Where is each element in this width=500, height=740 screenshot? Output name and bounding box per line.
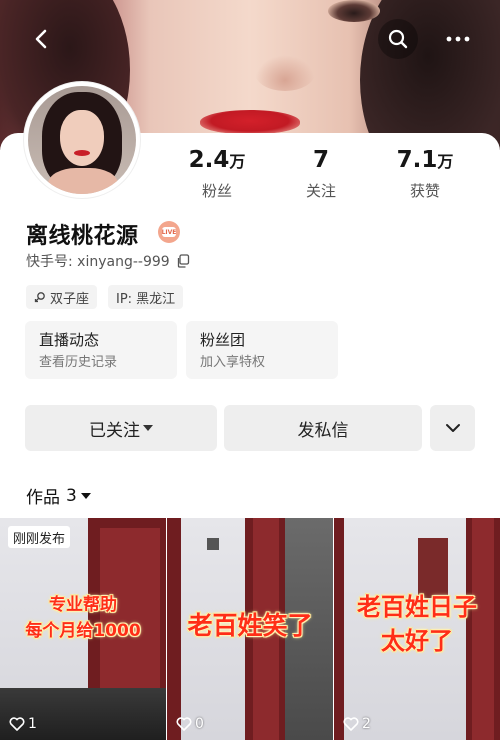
avatar-image [28, 86, 136, 194]
search-icon [388, 29, 408, 49]
tag-ip-location: IP: 黑龙江 [108, 285, 184, 309]
more-dots-icon [446, 36, 470, 42]
kuaishou-id: 快手号: xinyang--999 [26, 251, 190, 271]
heart-icon [9, 717, 25, 731]
back-button[interactable] [22, 19, 62, 59]
stat-fans-label: 粉丝 [201, 182, 232, 200]
profile-name: 离线桃花源 [26, 224, 139, 249]
stat-following-value: 7 [312, 147, 329, 173]
live-history-subtitle: 查看历史记录 [39, 355, 118, 370]
just-posted-badge: 刚刚发布 [8, 526, 71, 548]
avatar[interactable] [24, 82, 140, 198]
stat-likes[interactable]: 7.1万 获赞 [380, 147, 470, 201]
tab-works[interactable]: 作品 3 [26, 483, 91, 508]
video-thumbnail[interactable]: 老百姓笑了 0 [167, 518, 333, 740]
cover-eye [328, 0, 380, 22]
fan-club-card[interactable]: 粉丝团 加入享特权 [186, 321, 338, 379]
video-thumbnail[interactable]: 老百姓日子 太好了 2 [334, 518, 500, 740]
video-likes: 2 [343, 716, 371, 732]
video-thumbnail[interactable]: 刚刚发布 专业帮助 每个月给1000 1 [0, 518, 166, 740]
cover-hair-right [360, 0, 500, 150]
stat-fans-value: 2.4万 [188, 147, 246, 173]
zodiac-icon [34, 291, 46, 303]
fan-club-title: 粉丝团 [200, 331, 246, 349]
fan-club-subtitle: 加入享特权 [200, 355, 266, 370]
heart-icon [343, 717, 359, 731]
search-button[interactable] [378, 19, 418, 59]
cover-lips [200, 110, 300, 134]
send-message-button[interactable]: 发私信 [224, 405, 422, 451]
video-caption: 老百姓笑了 [187, 611, 313, 640]
stat-following-label: 关注 [305, 182, 336, 200]
more-button[interactable] [438, 19, 478, 59]
cover-nose [255, 55, 315, 91]
live-badge-icon: LIVE [158, 221, 180, 243]
tag-zodiac: 双子座 [26, 285, 98, 309]
video-caption: 老百姓日子 太好了 [357, 593, 477, 655]
stat-likes-label: 获赞 [409, 182, 440, 200]
copy-icon[interactable] [176, 254, 190, 268]
live-history-title: 直播动态 [39, 331, 100, 349]
video-likes: 1 [9, 716, 37, 732]
stat-likes-value: 7.1万 [396, 147, 454, 173]
chevron-down-icon [445, 424, 460, 432]
stat-fans[interactable]: 2.4万 粉丝 [172, 147, 262, 201]
video-caption: 专业帮助 每个月给1000 [25, 595, 141, 641]
live-history-card[interactable]: 直播动态 查看历史记录 [25, 321, 177, 379]
video-likes: 0 [176, 716, 204, 732]
stat-following[interactable]: 7 关注 [276, 147, 366, 201]
caret-down-icon [143, 425, 153, 431]
followed-button[interactable]: 已关注 [25, 405, 217, 451]
chevron-left-icon [35, 29, 47, 49]
heart-icon [176, 717, 192, 731]
caret-down-icon [80, 492, 91, 499]
expand-button[interactable] [430, 405, 475, 451]
kuaishou-id-text: 快手号: xinyang--999 [26, 254, 170, 270]
